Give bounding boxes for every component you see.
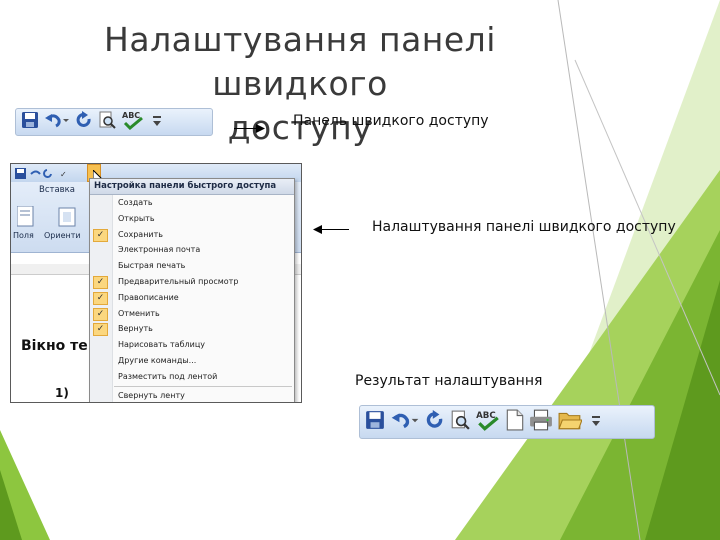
new-document-icon[interactable]: [506, 409, 524, 435]
menu-header: Настройка панели быстрого доступа: [90, 179, 294, 195]
menu-item[interactable]: ✓ Отменить: [90, 306, 294, 322]
quick-access-toolbar-original: ABC: [15, 108, 213, 136]
menu-item[interactable]: Свернуть ленту: [90, 388, 294, 402]
caption-result: Результат налаштування: [355, 373, 543, 389]
title-line-1: Налаштування панелі швидкого: [104, 20, 496, 103]
svg-text:ABC: ABC: [476, 411, 496, 421]
redo-icon[interactable]: [425, 410, 445, 434]
menu-item[interactable]: ✓ Сохранить: [90, 227, 294, 243]
menu-item-label: Свернуть ленту: [118, 390, 185, 400]
print-preview-icon[interactable]: [450, 410, 470, 434]
undo-icon[interactable]: [44, 111, 70, 133]
menu-item[interactable]: ✓ Предварительный просмотр: [90, 274, 294, 290]
menu-item[interactable]: Другие команды...: [90, 353, 294, 369]
arrow-menu-head: [313, 225, 322, 234]
checkmark-icon: ✓: [93, 228, 108, 242]
menu-item-label: Отменить: [118, 308, 160, 318]
menu-item[interactable]: Создать: [90, 195, 294, 211]
document-body-text: Вікно те: [21, 338, 88, 354]
menu-item[interactable]: Нарисовать таблицу: [90, 337, 294, 353]
menu-item-label: Предварительный просмотр: [118, 276, 239, 286]
menu-item[interactable]: ✓ Вернуть: [90, 321, 294, 337]
menu-item-label: Другие команды...: [118, 355, 197, 365]
menu-items: Создать Открыть ✓ Сохранить Электронная почт…: [90, 195, 294, 402]
caption-customize: Налаштування панелі швидкого доступу: [372, 219, 676, 235]
save-icon[interactable]: [21, 111, 39, 133]
menu-item-label: Сохранить: [118, 229, 163, 239]
menu-item-label: Быстрая печать: [118, 261, 186, 271]
checkmark-icon: ✓: [93, 323, 108, 337]
menu-separator: [114, 385, 292, 387]
ribbon-tab-insert[interactable]: Вставка: [39, 185, 75, 195]
menu-item-label: Правописание: [118, 292, 179, 302]
menu-item-label: Электронная почта: [118, 245, 201, 255]
print-preview-icon[interactable]: [98, 111, 116, 133]
spelling-icon[interactable]: ABC: [121, 110, 145, 134]
quick-access-toolbar-result: ABC: [359, 405, 655, 439]
customize-qat-menu: Настройка панели быстрого доступа Создат…: [89, 178, 295, 402]
menu-item[interactable]: Быстрая печать: [90, 258, 294, 274]
caption-quick-access: Панель швидкого доступу: [293, 113, 489, 129]
word-screenshot: ✓ Вставка Поля Ориенти Вікно те Настройк…: [10, 163, 302, 403]
open-folder-icon[interactable]: [558, 409, 583, 435]
checkmark-icon: ✓: [93, 307, 108, 321]
save-icon[interactable]: [365, 410, 385, 434]
menu-item-label: Вернуть: [118, 324, 153, 334]
svg-text:✓: ✓: [60, 170, 67, 179]
menu-item[interactable]: ✓ Правописание: [90, 290, 294, 306]
ribbon-page-icons: [17, 206, 76, 227]
label-step-1: 1): [55, 386, 69, 400]
menu-item[interactable]: Электронная почта: [90, 242, 294, 258]
ribbon-label-margins[interactable]: Поля: [13, 231, 34, 240]
arrow-menu-line: [322, 229, 349, 230]
spelling-icon[interactable]: ABC: [475, 409, 501, 435]
checkmark-icon: ✓: [93, 291, 108, 305]
checkmark-icon: ✓: [93, 275, 108, 289]
menu-item[interactable]: Разместить под лентой: [90, 369, 294, 385]
customize-dropdown-icon[interactable]: [591, 413, 601, 432]
undo-icon[interactable]: [390, 410, 420, 434]
customize-dropdown-icon[interactable]: [152, 113, 162, 132]
redo-icon[interactable]: [75, 111, 93, 133]
quick-print-icon[interactable]: [529, 409, 553, 435]
arrow-qat-head: [256, 124, 265, 133]
menu-item[interactable]: Открыть: [90, 211, 294, 227]
ribbon-label-orientation[interactable]: Ориенти: [44, 231, 81, 240]
menu-item-label: Создать: [118, 198, 153, 207]
mini-toolbar-icons: ✓: [15, 168, 67, 179]
menu-item-label: Открыть: [118, 213, 155, 223]
menu-item-label: Нарисовать таблицу: [118, 340, 206, 350]
menu-item-label: Разместить под лентой: [118, 371, 218, 381]
svg-text:ABC: ABC: [122, 111, 140, 120]
